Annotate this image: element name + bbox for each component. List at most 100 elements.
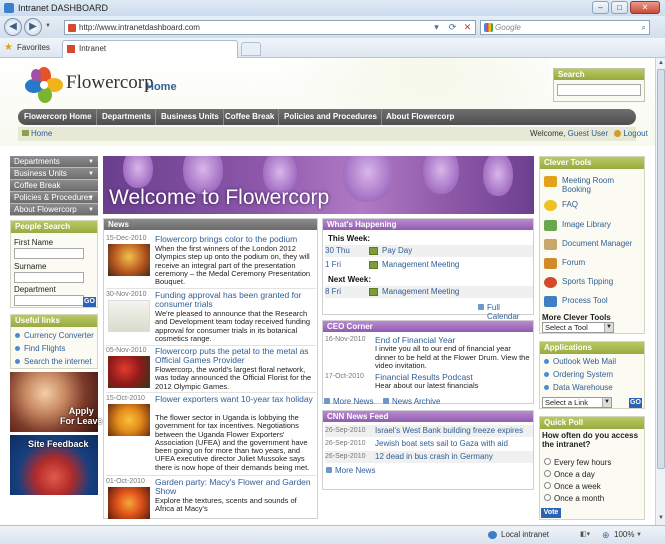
left-nav-coffee-break[interactable]: Coffee Break <box>10 180 98 192</box>
crocus-petal <box>343 156 393 202</box>
nav-about[interactable]: About Flowercorp <box>382 109 458 125</box>
full-calendar-link[interactable]: Full Calendar <box>478 303 533 321</box>
ie-app-icon <box>4 3 14 13</box>
site-search-title: Search <box>554 69 644 80</box>
nav-flowercorp-home[interactable]: Flowercorp Home <box>20 109 97 125</box>
maximize-button[interactable]: □ <box>611 1 628 14</box>
page-content: Flowercorp Home Search Flowercorp Home D… <box>0 58 655 525</box>
news-date: 15-Oct-2010 <box>106 395 145 402</box>
applications-title: Applications <box>540 342 644 354</box>
cnn-more-news-link[interactable]: More News <box>326 466 375 475</box>
compat-icon[interactable]: ▾ <box>430 21 443 34</box>
scroll-up-icon[interactable]: ▲ <box>657 59 665 68</box>
vertical-scrollbar[interactable]: ▲ ▼ <box>655 58 665 525</box>
tool-sports-tipping[interactable]: Sports Tipping <box>544 277 642 288</box>
tool-select[interactable]: Select a Tool ▼ <box>542 322 614 333</box>
browser-search-box[interactable]: Google ⌕ <box>480 20 650 35</box>
poll-option[interactable]: Once a month <box>544 494 604 503</box>
event-row[interactable]: 8 Fri Management Meeting <box>325 286 533 298</box>
applications-go-button[interactable]: GO <box>629 398 642 408</box>
left-nav-departments[interactable]: Departments ▼ <box>10 156 98 168</box>
link-search-internet[interactable]: Search the internet <box>15 357 92 366</box>
intranet-zone-icon <box>488 531 497 539</box>
tool-meeting-room[interactable]: Meeting Room Booking <box>544 176 642 194</box>
site-search-input[interactable] <box>557 84 641 96</box>
news-date: 15-Dec-2010 <box>106 235 147 242</box>
link-find-flights[interactable]: Find Flights <box>15 344 65 353</box>
news-thumbnail[interactable] <box>108 487 150 519</box>
nav-departments[interactable]: Departments <box>98 109 156 125</box>
clever-tools-title: Clever Tools <box>540 157 644 169</box>
quick-poll-panel: Quick Poll How often do you access the i… <box>539 416 645 520</box>
news-title-link[interactable]: Flowercorp puts the petal to the metal a… <box>155 347 315 365</box>
address-bar[interactable]: http://www.intranetdashboard.com ▾ ⟳ ✕ <box>64 20 476 35</box>
stop-icon[interactable]: ✕ <box>461 21 474 34</box>
tab-intranet[interactable]: Intranet <box>62 40 238 58</box>
nav-business-units[interactable]: Business Units <box>157 109 224 125</box>
news-thumbnail[interactable] <box>108 300 150 332</box>
left-nav-business-units[interactable]: Business Units ▼ <box>10 168 98 180</box>
news-thumbnail[interactable] <box>108 404 150 436</box>
surname-input[interactable] <box>14 272 84 283</box>
welcome-prefix: Welcome, <box>530 129 566 138</box>
news-title-link[interactable]: Flowercorp brings color to the podium <box>155 235 315 244</box>
refresh-icon[interactable]: ⟳ <box>446 21 459 34</box>
breadcrumb-home[interactable]: Home <box>22 129 52 138</box>
protected-mode-icon[interactable]: ◧▾ <box>580 526 590 544</box>
flowercorp-logo-icon[interactable] <box>24 66 64 104</box>
first-name-input[interactable] <box>14 248 84 259</box>
left-nav-label: About Flowercorp <box>14 205 77 214</box>
tool-forum[interactable]: Forum <box>544 258 642 269</box>
tool-document-manager[interactable]: Document Manager <box>544 239 642 250</box>
vote-button[interactable]: Vote <box>541 508 561 518</box>
zoom-level[interactable]: 100% <box>614 526 634 544</box>
news-archive-link[interactable]: News Archive <box>383 397 440 406</box>
people-search-go-button[interactable]: GO <box>83 297 96 307</box>
app-data-warehouse[interactable]: Data Warehouse <box>544 383 613 392</box>
history-dropdown-icon[interactable]: ▼ <box>45 23 51 29</box>
apply-for-leave-promo[interactable]: Apply For Leave <box>10 372 103 432</box>
app-outlook[interactable]: Outlook Web Mail <box>544 357 616 366</box>
poll-option[interactable]: Once a day <box>544 470 595 479</box>
minimize-button[interactable]: – <box>592 1 609 14</box>
close-window-button[interactable]: ✕ <box>630 1 660 14</box>
scroll-thumb[interactable] <box>657 69 665 469</box>
logout-link[interactable]: Logout <box>623 129 647 138</box>
back-button[interactable]: ◀ <box>4 18 22 36</box>
cnn-item[interactable]: 26-Sep-2010 Israel's West Bank building … <box>325 425 533 437</box>
ceo-corner-title: CEO Corner <box>323 321 533 332</box>
tool-image-library[interactable]: Image Library <box>544 220 642 231</box>
poll-option[interactable]: Every few hours <box>544 458 611 467</box>
department-input[interactable] <box>14 295 84 306</box>
news-title-link[interactable]: Garden party: Macy's Flower and Garden S… <box>155 478 315 496</box>
forward-button[interactable]: ▶ <box>24 18 42 36</box>
news-title-link[interactable]: Flower exporters want 10-year tax holida… <box>155 395 315 404</box>
favorites-button[interactable]: ★ Favorites <box>4 41 50 55</box>
left-nav-about[interactable]: About Flowercorp ▼ <box>10 204 98 216</box>
cnn-item[interactable]: 26-Sep-2010 12 dead in bus crash in Germ… <box>325 451 533 463</box>
search-icon[interactable]: ⌕ <box>642 21 646 34</box>
scroll-down-icon[interactable]: ▼ <box>657 514 665 523</box>
nav-coffee-break[interactable]: Coffee Break <box>221 109 280 125</box>
user-link[interactable]: Guest User <box>568 129 608 138</box>
link-select[interactable]: Select a Link ▼ <box>542 397 612 408</box>
news-thumbnail[interactable] <box>108 356 150 388</box>
event-row[interactable]: 30 Thu Pay Day <box>325 245 533 257</box>
news-title-link[interactable]: Funding approval has been granted for co… <box>155 291 315 309</box>
left-nav-label: Business Units <box>14 169 67 178</box>
ceo-more-news-link[interactable]: More News <box>324 397 373 406</box>
poll-option[interactable]: Once a week <box>544 482 601 491</box>
zoom-dropdown-icon[interactable]: ▼ <box>636 526 642 544</box>
link-currency-converter[interactable]: Currency Converter <box>15 331 94 340</box>
app-ordering[interactable]: Ordering System <box>544 370 613 379</box>
left-nav-policies[interactable]: Policies & Procedures ▼ <box>10 192 98 204</box>
nav-policies[interactable]: Policies and Procedures <box>280 109 382 125</box>
site-feedback-promo[interactable]: Site Feedback <box>10 435 98 495</box>
news-thumbnail[interactable] <box>108 244 150 276</box>
tool-faq[interactable]: FAQ <box>544 200 642 211</box>
event-row[interactable]: 1 Fri Management Meeting <box>325 259 533 271</box>
new-tab-button[interactable] <box>241 42 261 56</box>
security-zone[interactable]: Local intranet <box>501 526 549 544</box>
cnn-item[interactable]: 26-Sep-2010 Jewish boat sets sail to Gaz… <box>325 438 533 450</box>
tool-process[interactable]: Process Tool <box>544 296 642 307</box>
